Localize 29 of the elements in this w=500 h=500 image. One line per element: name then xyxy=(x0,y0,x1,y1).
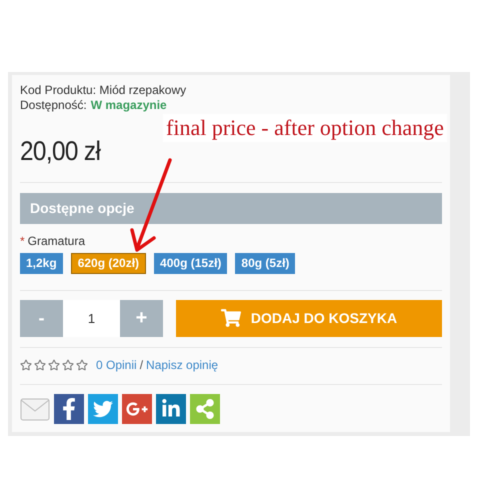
option-button[interactable]: 1,2kg xyxy=(20,252,63,274)
availability-label: Dostępność: xyxy=(20,98,87,113)
facebook-icon[interactable] xyxy=(54,394,84,424)
star-icon xyxy=(34,358,46,370)
star-icon xyxy=(48,358,60,370)
option-button[interactable]: 80g (5zł) xyxy=(235,252,296,274)
product-price: 20,00 zł xyxy=(20,135,100,168)
twitter-icon[interactable] xyxy=(88,394,118,424)
required-mark: * xyxy=(20,232,25,250)
option-label: Gramatura xyxy=(28,232,86,250)
option-button[interactable]: 400g (15zł) xyxy=(154,252,228,274)
reviews-link[interactable]: 0 Opinii xyxy=(96,356,137,374)
cart-icon xyxy=(220,309,241,327)
decrease-button[interactable]: - xyxy=(20,300,63,336)
annotation-text: final price - after option change xyxy=(163,114,447,142)
write-review-link[interactable]: Napisz opinię xyxy=(146,356,218,374)
separator: / xyxy=(140,356,144,374)
add-to-cart-button[interactable]: DODAJ DO KOSZYKA xyxy=(176,300,442,336)
linkedin-icon[interactable] xyxy=(156,394,186,424)
availability-status: W magazynie xyxy=(90,98,167,113)
increase-button[interactable]: + xyxy=(120,300,163,336)
star-icon xyxy=(62,358,74,370)
star-icon xyxy=(76,358,88,370)
option-button[interactable]: 620g (20zł) xyxy=(70,252,146,274)
quantity-field[interactable]: 1 xyxy=(63,300,120,336)
google-plus-icon[interactable] xyxy=(122,394,152,424)
options-header: Dostępne opcje xyxy=(20,192,442,224)
star-icon xyxy=(20,358,32,370)
product-code: Kod Produktu: Miód rzepakowy xyxy=(20,83,188,98)
